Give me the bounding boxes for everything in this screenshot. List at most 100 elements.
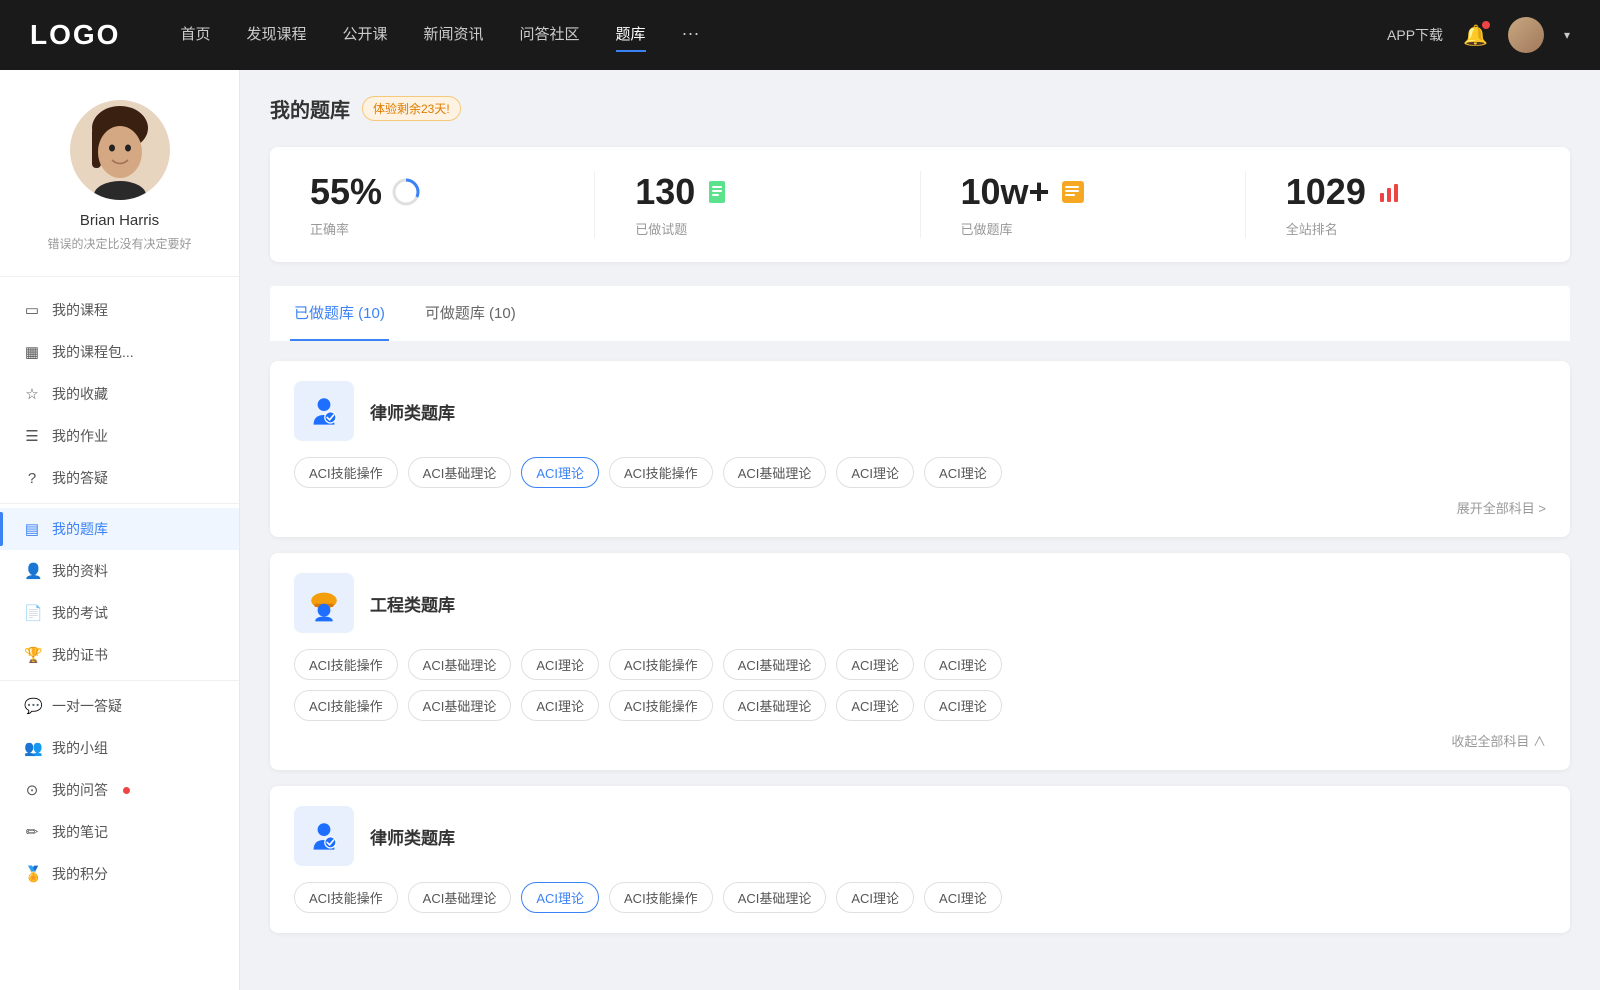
tag[interactable]: ACI技能操作	[609, 882, 713, 913]
my-answers-icon: ⊙	[24, 781, 40, 799]
stat-questions-done: 130 已做试题	[595, 171, 920, 238]
tag-active[interactable]: ACI理论	[521, 457, 599, 488]
sidebar-item-my-points[interactable]: 🏅 我的积分	[0, 853, 239, 895]
bank-name-law-1: 律师类题库	[370, 399, 455, 424]
stat-banks-label: 已做题库	[961, 219, 1013, 238]
tag[interactable]: ACI基础理论	[723, 690, 827, 721]
notification-dot	[1482, 21, 1490, 29]
sidebar-item-my-data[interactable]: 👤 我的资料	[0, 550, 239, 592]
sidebar-label-my-points: 我的积分	[52, 864, 108, 884]
my-notes-icon: ✏	[24, 823, 40, 841]
nav-more[interactable]: ···	[682, 23, 700, 48]
user-dropdown-arrow[interactable]: ▾	[1564, 28, 1570, 42]
sidebar-item-my-notes[interactable]: ✏ 我的笔记	[0, 811, 239, 853]
sidebar-item-my-cert[interactable]: 🏆 我的证书	[0, 634, 239, 676]
my-data-icon: 👤	[24, 562, 40, 580]
my-exam-icon: 📄	[24, 604, 40, 622]
logo[interactable]: LOGO	[30, 19, 120, 51]
navbar-right: APP下载 🔔 ▾	[1387, 17, 1570, 53]
tag[interactable]: ACI基础理论	[408, 690, 512, 721]
tag[interactable]: ACI理论	[836, 690, 914, 721]
sidebar-label-my-questions: 我的答疑	[52, 468, 108, 488]
expand-link-law-1[interactable]: 展开全部科目 >	[1457, 498, 1546, 517]
tag[interactable]: ACI基础理论	[723, 649, 827, 680]
profile-motto: 错误的决定比没有决定要好	[47, 235, 191, 252]
expand-row-eng: 收起全部科目 ∧	[294, 731, 1546, 750]
tag[interactable]: ACI理论	[836, 882, 914, 913]
tag[interactable]: ACI基础理论	[408, 649, 512, 680]
stat-ranking-value: 1029	[1286, 171, 1366, 213]
tag[interactable]: ACI理论	[836, 457, 914, 488]
tag[interactable]: ACI基础理论	[723, 882, 827, 913]
doc-icon	[705, 179, 731, 205]
sidebar: Brian Harris 错误的决定比没有决定要好 ▭ 我的课程 ▦ 我的课程包…	[0, 70, 240, 990]
sidebar-label-my-bank: 我的题库	[52, 519, 108, 539]
sidebar-item-my-questions[interactable]: ? 我的答疑	[0, 457, 239, 499]
tag[interactable]: ACI技能操作	[294, 649, 398, 680]
tag[interactable]: ACI理论	[924, 457, 1002, 488]
sidebar-item-my-group[interactable]: 👥 我的小组	[0, 727, 239, 769]
avatar[interactable]	[1508, 17, 1544, 53]
avatar-image	[1508, 17, 1544, 53]
nav-open-course[interactable]: 公开课	[342, 23, 387, 48]
nav-news[interactable]: 新闻资讯	[424, 23, 484, 48]
tag[interactable]: ACI理论	[924, 649, 1002, 680]
nav-bank[interactable]: 题库	[616, 23, 646, 48]
sidebar-item-my-answers[interactable]: ⊙ 我的问答	[0, 769, 239, 811]
bank-icon-lawyer-2	[294, 806, 354, 866]
tab-done[interactable]: 已做题库 (10)	[290, 286, 389, 341]
sidebar-item-my-course-pkg[interactable]: ▦ 我的课程包...	[0, 331, 239, 373]
stat-accuracy: 55% 正确率	[270, 171, 595, 238]
tag[interactable]: ACI技能操作	[294, 690, 398, 721]
my-questions-icon: ?	[24, 470, 40, 487]
bank-card-law-1: 律师类题库 ACI技能操作 ACI基础理论 ACI理论 ACI技能操作 ACI基…	[270, 361, 1570, 537]
my-favorites-icon: ☆	[24, 385, 40, 403]
tag[interactable]: ACI理论	[924, 690, 1002, 721]
notification-bell[interactable]: 🔔	[1463, 23, 1488, 48]
list-icon	[1060, 179, 1086, 205]
sidebar-item-my-exam[interactable]: 📄 我的考试	[0, 592, 239, 634]
tag[interactable]: ACI基础理论	[408, 882, 512, 913]
profile-name: Brian Harris	[80, 212, 159, 229]
sidebar-label-my-course: 我的课程	[52, 300, 108, 320]
tag[interactable]: ACI理论	[521, 690, 599, 721]
bank-name-eng: 工程类题库	[370, 591, 455, 616]
sidebar-item-my-homework[interactable]: ☰ 我的作业	[0, 415, 239, 457]
bank-card-law-2: 律师类题库 ACI技能操作 ACI基础理论 ACI理论 ACI技能操作 ACI基…	[270, 786, 1570, 933]
expand-link-eng[interactable]: 收起全部科目 ∧	[1451, 731, 1546, 750]
profile-avatar[interactable]	[70, 100, 170, 200]
sidebar-label-my-course-pkg: 我的课程包...	[52, 342, 134, 362]
stat-ranking: 1029 全站排名	[1246, 171, 1570, 238]
tag[interactable]: ACI理论	[836, 649, 914, 680]
bank-icon-lawyer-1	[294, 381, 354, 441]
nav-discover[interactable]: 发现课程	[246, 23, 306, 48]
stat-accuracy-label: 正确率	[310, 219, 349, 238]
bank-tags-law-1: ACI技能操作 ACI基础理论 ACI理论 ACI技能操作 ACI基础理论 AC…	[294, 457, 1546, 488]
tag[interactable]: ACI技能操作	[294, 882, 398, 913]
tag[interactable]: ACI技能操作	[294, 457, 398, 488]
my-bank-icon: ▤	[24, 520, 40, 538]
app-download[interactable]: APP下载	[1387, 25, 1443, 45]
nav-qa[interactable]: 问答社区	[520, 23, 580, 48]
bank-card-eng: 工程类题库 ACI技能操作 ACI基础理论 ACI理论 ACI技能操作 ACI基…	[270, 553, 1570, 770]
my-answers-dot	[123, 787, 130, 794]
sidebar-label-my-cert: 我的证书	[52, 645, 108, 665]
tag[interactable]: ACI基础理论	[408, 457, 512, 488]
tab-available[interactable]: 可做题库 (10)	[421, 286, 520, 341]
sidebar-item-one-one-qa[interactable]: 💬 一对一答疑	[0, 685, 239, 727]
my-cert-icon: 🏆	[24, 646, 40, 664]
sidebar-item-my-course[interactable]: ▭ 我的课程	[0, 289, 239, 331]
tag[interactable]: ACI理论	[521, 649, 599, 680]
stat-questions-label: 已做试题	[635, 219, 687, 238]
tag[interactable]: ACI理论	[924, 882, 1002, 913]
my-points-icon: 🏅	[24, 865, 40, 883]
tag-active[interactable]: ACI理论	[521, 882, 599, 913]
tag[interactable]: ACI基础理论	[723, 457, 827, 488]
sidebar-item-my-bank[interactable]: ▤ 我的题库	[0, 508, 239, 550]
nav-home[interactable]: 首页	[180, 23, 210, 48]
sidebar-item-my-favorites[interactable]: ☆ 我的收藏	[0, 373, 239, 415]
tag[interactable]: ACI技能操作	[609, 649, 713, 680]
stat-banks-done: 10w+ 已做题库	[921, 171, 1246, 238]
tag[interactable]: ACI技能操作	[609, 457, 713, 488]
tag[interactable]: ACI技能操作	[609, 690, 713, 721]
